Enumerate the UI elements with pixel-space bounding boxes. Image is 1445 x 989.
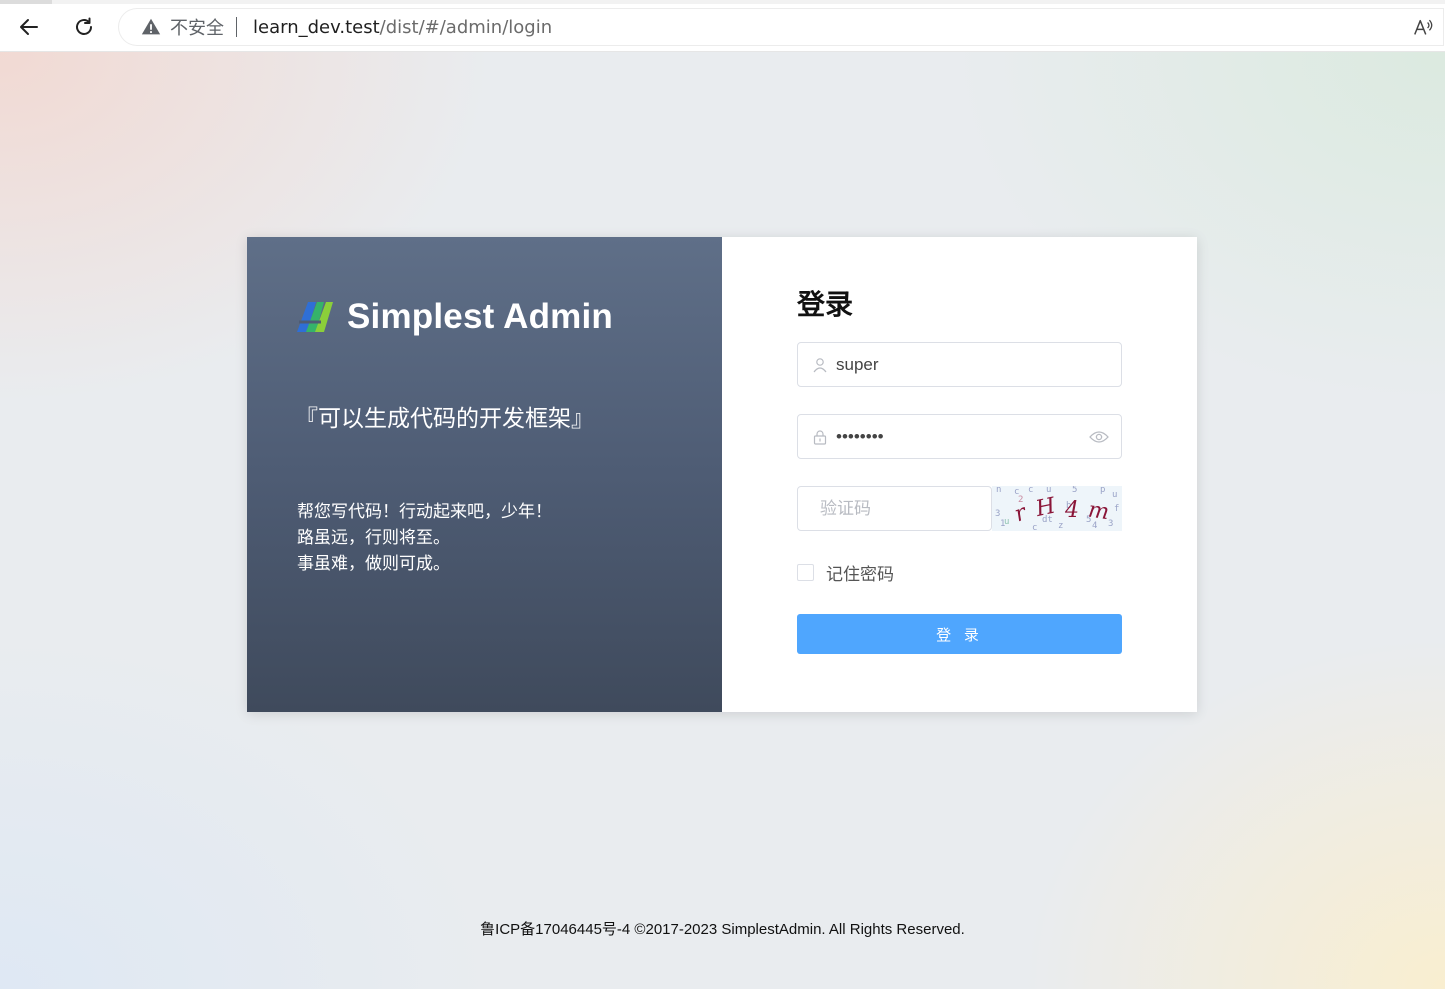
motto-line: 帮您写代码！行动起来吧，少年！ <box>297 502 552 522</box>
logo-icon <box>297 302 333 332</box>
page-viewport: Simplest Admin 『可以生成代码的开发框架』 帮您写代码！行动起来吧… <box>0 52 1445 989</box>
captcha-char: H <box>1033 493 1059 522</box>
svg-text:p: p <box>1100 486 1105 495</box>
svg-text:5: 5 <box>1072 486 1077 495</box>
svg-text:c: c <box>1028 486 1033 495</box>
svg-text:3: 3 <box>1108 519 1113 529</box>
active-tab-hint[interactable] <box>0 0 52 4</box>
remember-checkbox[interactable] <box>797 564 814 581</box>
captcha-char: 4 <box>1064 498 1079 523</box>
svg-text:f: f <box>1114 504 1119 514</box>
svg-text:u: u <box>1004 517 1009 527</box>
captcha-field[interactable] <box>797 486 1041 531</box>
read-aloud-icon <box>1414 19 1433 35</box>
login-button[interactable]: 登 录 <box>797 614 1122 654</box>
browser-toolbar: 不安全 learn_dev.test/dist/#/admin/login <box>0 0 1445 52</box>
read-aloud-button[interactable] <box>1410 15 1436 41</box>
motto-line: 事虽难，做则可成。 <box>297 554 450 574</box>
svg-text:c: c <box>1032 523 1037 531</box>
login-card: Simplest Admin 『可以生成代码的开发框架』 帮您写代码！行动起来吧… <box>247 237 1197 712</box>
slogan: 『可以生成代码的开发框架』 <box>295 406 594 432</box>
url-path: /dist/#/admin/login <box>379 16 553 38</box>
captcha-char: m <box>1087 498 1111 526</box>
password-field[interactable] <box>797 414 1122 459</box>
svg-text:3: 3 <box>995 509 1000 519</box>
tab-strip <box>0 0 1445 4</box>
username-field[interactable] <box>797 342 1122 387</box>
login-title: 登录 <box>797 288 854 321</box>
lock-icon <box>813 429 827 445</box>
brand: Simplest Admin <box>297 297 613 337</box>
svg-text:u: u <box>1112 490 1117 500</box>
user-icon <box>813 357 827 372</box>
remember-option[interactable]: 记住密码 <box>797 560 894 585</box>
svg-text:z: z <box>1058 521 1063 531</box>
captcha-graphic: ncc u5p u2 31u dtb5 4 3f zc r H 4 m <box>995 485 1119 533</box>
url-text[interactable]: learn_dev.test/dist/#/admin/login <box>253 17 552 38</box>
back-arrow-icon <box>20 19 38 35</box>
security-label[interactable]: 不安全 <box>170 14 224 40</box>
reload-button[interactable] <box>69 12 99 42</box>
address-bar[interactable]: 不安全 learn_dev.test/dist/#/admin/login <box>118 8 1444 46</box>
address-divider <box>236 17 237 37</box>
eye-icon[interactable] <box>1089 430 1109 444</box>
reload-icon <box>76 17 92 35</box>
svg-text:n: n <box>996 486 1001 495</box>
footer-copyright: 鲁ICP备17046445号-4 ©2017-2023 SimplestAdmi… <box>480 921 965 938</box>
motto-line: 路虽远，行则将至。 <box>297 528 450 548</box>
warning-icon[interactable] <box>140 16 162 38</box>
login-form-panel: 登录 super •••••••• 验证码 n c c u 5 p u 2 3 … <box>722 237 1197 712</box>
brand-name: Simplest Admin <box>347 297 613 336</box>
remember-label[interactable]: 记住密码 <box>826 560 894 585</box>
back-button[interactable] <box>14 12 44 42</box>
motto-list: 帮您写代码！行动起来吧，少年！ 路虽远，行则将至。 事虽难，做则可成。 <box>297 499 552 577</box>
intro-panel: Simplest Admin 『可以生成代码的开发框架』 帮您写代码！行动起来吧… <box>247 237 722 712</box>
captcha-char: r <box>1011 500 1031 528</box>
captcha-image[interactable]: ncc u5p u2 31u dt b 5 43f zc r H 4 m <box>992 485 1122 533</box>
url-host: learn_dev.test <box>253 16 380 38</box>
password-input[interactable] <box>836 415 1089 458</box>
username-input[interactable] <box>836 343 1121 386</box>
